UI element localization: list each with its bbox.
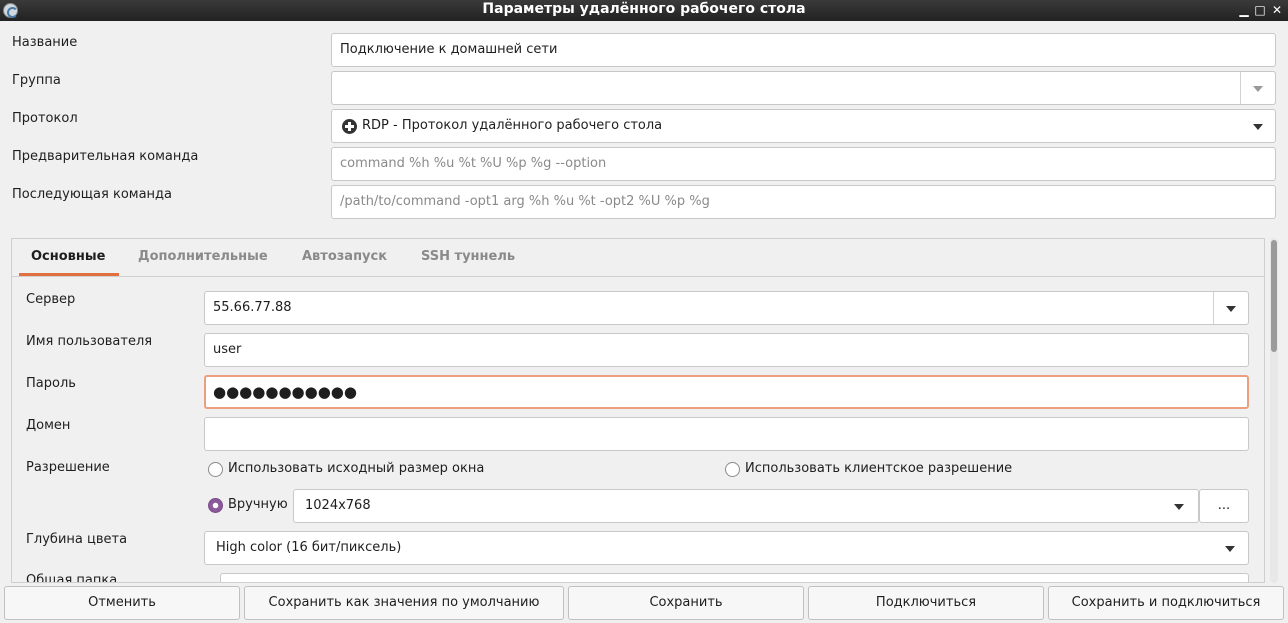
close-icon[interactable]: ✕ — [1270, 2, 1284, 18]
panel-scrollbar[interactable] — [1270, 238, 1278, 583]
shared-folder-label: Общая папка — [26, 573, 118, 583]
chevron-down-icon[interactable] — [1253, 124, 1263, 130]
password-label: Пароль — [26, 376, 76, 391]
resolution-more-button[interactable]: ... — [1199, 489, 1249, 523]
chevron-down-icon — [1174, 504, 1184, 510]
precommand-input[interactable]: command %h %u %t %U %p %g --option — [331, 147, 1276, 181]
colordepth-select[interactable]: High color (16 бит/пиксель) — [204, 531, 1249, 565]
tab-ssh-tunnel[interactable]: SSH туннель — [421, 249, 515, 264]
maximize-icon[interactable]: □ — [1253, 2, 1267, 18]
combo-separator — [1213, 292, 1214, 324]
domain-label: Домен — [26, 418, 71, 433]
group-combo[interactable] — [331, 71, 1276, 105]
settings-tab-panel: Основные Дополнительные Автозапуск SSH т… — [11, 238, 1265, 583]
tab-advanced[interactable]: Дополнительные — [138, 249, 268, 264]
server-value: 55.66.77.88 — [213, 300, 292, 315]
postcommand-input[interactable]: /path/to/command -opt1 arg %h %u %t -opt… — [331, 185, 1276, 219]
username-label: Имя пользователя — [26, 334, 153, 349]
resolution-label: Разрешение — [26, 460, 110, 475]
colordepth-label: Глубина цвета — [26, 532, 128, 547]
domain-input[interactable] — [204, 417, 1249, 451]
precommand-label: Предварительная команда — [12, 149, 199, 164]
name-field[interactable]: Подключение к домашней сети — [331, 33, 1276, 67]
password-input[interactable]: ●●●●●●●●●●● — [204, 375, 1249, 409]
resolution-manual-radio[interactable] — [208, 498, 223, 513]
username-input[interactable]: user — [204, 333, 1249, 367]
save-and-connect-button[interactable]: Сохранить и подключиться — [1048, 586, 1284, 620]
server-label: Сервер — [26, 292, 76, 307]
connect-button[interactable]: Подключиться — [808, 586, 1044, 620]
tab-bar: Основные Дополнительные Автозапуск SSH т… — [12, 239, 1264, 277]
name-label: Название — [12, 35, 78, 50]
tab-basic[interactable]: Основные — [31, 249, 105, 264]
window-titlebar: Параметры удалённого рабочего стола ▁ □ … — [0, 0, 1288, 21]
group-label: Группа — [12, 73, 61, 88]
minimize-icon[interactable]: ▁ — [1237, 2, 1251, 18]
server-combo[interactable]: 55.66.77.88 — [204, 291, 1249, 325]
resolution-manual-label[interactable]: Вручную — [228, 497, 288, 512]
chevron-down-icon[interactable] — [1226, 306, 1236, 312]
tab-autostart[interactable]: Автозапуск — [302, 249, 387, 264]
chevron-down-icon[interactable] — [1253, 86, 1263, 92]
resolution-window-radio[interactable] — [208, 462, 223, 477]
save-as-default-button[interactable]: Сохранить как значения по умолчанию — [244, 586, 564, 620]
shared-folder-chooser[interactable] — [220, 573, 1249, 582]
combo-separator — [1240, 72, 1241, 104]
rdp-protocol-icon — [342, 119, 357, 134]
resolution-window-label[interactable]: Использовать исходный размер окна — [228, 461, 484, 476]
resolution-client-radio[interactable] — [725, 462, 740, 477]
cancel-button[interactable]: Отменить — [4, 586, 240, 620]
resolution-value: 1024x768 — [305, 498, 371, 513]
colordepth-value: High color (16 бит/пиксель) — [216, 540, 402, 555]
resolution-client-label[interactable]: Использовать клиентское разрешение — [745, 461, 1012, 476]
postcommand-label: Последующая команда — [12, 187, 173, 202]
window-title: Параметры удалённого рабочего стола — [482, 1, 806, 17]
protocol-value: RDP - Протокол удалённого рабочего стола — [362, 118, 663, 133]
protocol-label: Протокол — [12, 111, 78, 126]
chevron-down-icon — [1225, 546, 1235, 552]
save-button[interactable]: Сохранить — [568, 586, 804, 620]
resolution-select[interactable]: 1024x768 — [293, 489, 1199, 523]
active-tab-indicator — [19, 273, 119, 276]
scrollbar-thumb[interactable] — [1271, 240, 1277, 352]
protocol-combo[interactable]: RDP - Протокол удалённого рабочего стола — [331, 109, 1276, 143]
